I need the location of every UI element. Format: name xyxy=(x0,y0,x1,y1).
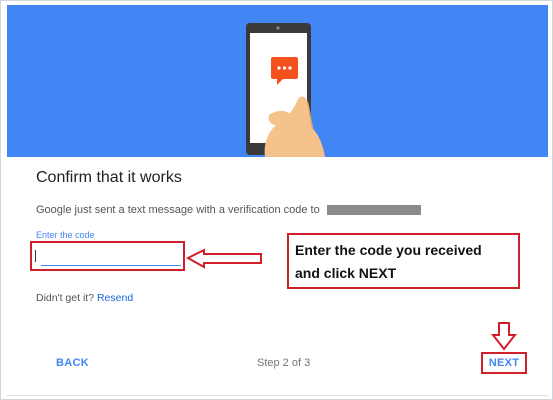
verification-page: Confirm that it works Google just sent a… xyxy=(0,0,553,400)
back-button[interactable]: BACK xyxy=(56,357,89,369)
instruction-callout: Enter the code you received and click NE… xyxy=(287,233,520,289)
left-arrow-icon xyxy=(185,248,262,269)
phone-message-icon xyxy=(246,23,325,157)
callout-line-2: and click NEXT xyxy=(295,265,397,281)
step-indicator: Step 2 of 3 xyxy=(257,357,311,369)
footer-divider xyxy=(7,395,548,396)
resend-line: Didn't get it? Resend xyxy=(36,292,133,304)
code-field-label: Enter the code xyxy=(36,230,95,240)
down-arrow-icon xyxy=(490,322,518,351)
header-banner xyxy=(7,5,548,157)
resend-prefix: Didn't get it? xyxy=(36,292,97,304)
page-title: Confirm that it works xyxy=(36,169,182,186)
next-button[interactable]: NEXT xyxy=(481,352,527,374)
resend-link[interactable]: Resend xyxy=(97,292,133,304)
input-highlight-box xyxy=(30,241,185,271)
redacted-phone-number xyxy=(327,205,421,215)
callout-line-1: Enter the code you received xyxy=(295,242,482,258)
verification-message: Google just sent a text message with a v… xyxy=(36,204,320,216)
